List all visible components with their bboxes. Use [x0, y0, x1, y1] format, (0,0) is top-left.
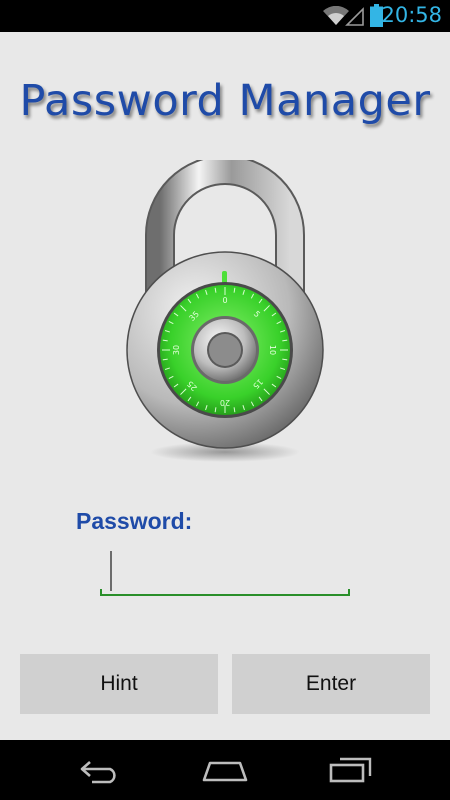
- dial-number: 30: [172, 345, 181, 355]
- back-icon[interactable]: [78, 758, 122, 784]
- signal-icon: [345, 7, 364, 26]
- padlock-icon: 0 5 10 15 20 25 30 35: [126, 160, 324, 462]
- navigation-bar: [0, 740, 450, 800]
- enter-button[interactable]: Enter: [232, 654, 430, 714]
- text-cursor: [110, 551, 112, 591]
- password-label: Password:: [76, 508, 193, 534]
- input-underline: [100, 594, 350, 596]
- recents-icon[interactable]: [328, 756, 374, 784]
- home-icon[interactable]: [200, 758, 250, 784]
- dial-number: 0: [222, 296, 227, 305]
- password-input[interactable]: [100, 548, 350, 596]
- input-underline-tick: [348, 589, 350, 596]
- app-title: Password Manager: [19, 76, 431, 126]
- status-bar: 20:58: [0, 0, 450, 32]
- input-underline-tick: [100, 589, 102, 596]
- dial-number: 10: [268, 345, 277, 355]
- hint-button[interactable]: Hint: [20, 654, 218, 714]
- clock-time: 20:58: [381, 3, 442, 27]
- dial-number: 20: [220, 398, 230, 407]
